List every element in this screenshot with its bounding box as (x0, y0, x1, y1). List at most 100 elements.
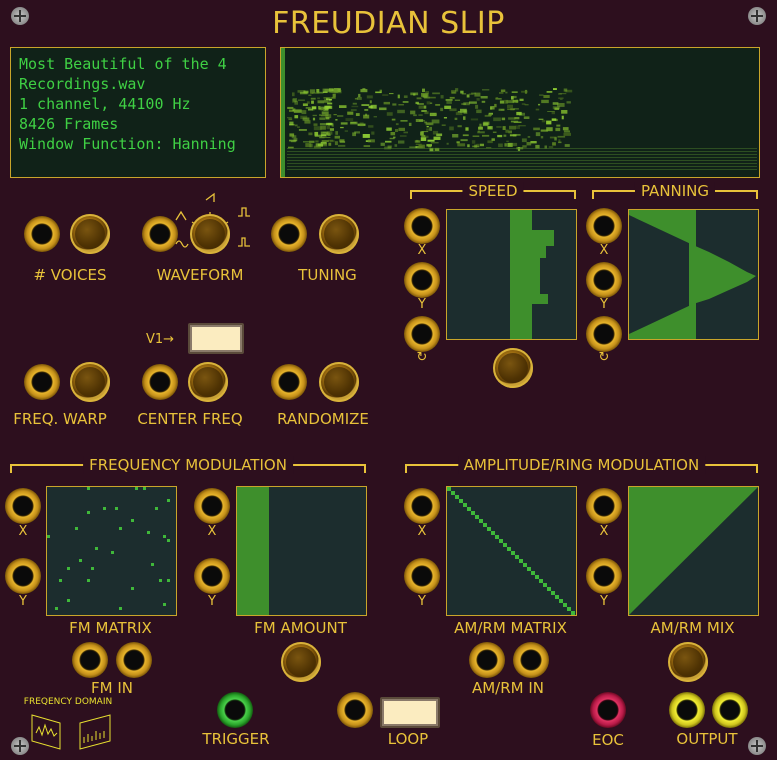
amrm-in-jack-1[interactable] (469, 642, 505, 678)
v1-label: V1→ (146, 332, 175, 347)
output-label: OUTPUT (676, 730, 738, 748)
output-jack-right[interactable] (712, 692, 748, 728)
amrm-in-label: AM/RM IN (471, 679, 545, 697)
fm-amount-x-jack[interactable] (194, 488, 230, 524)
speed-y-jack[interactable] (404, 262, 440, 298)
fm-x-label: X (18, 524, 28, 539)
panning-y-jack[interactable] (586, 262, 622, 298)
tuning-label: TUNING (298, 266, 357, 284)
file-info-display: Most Beautiful of the 4 Recordings.wav 1… (10, 47, 266, 178)
fm-amount-display[interactable] (236, 486, 367, 616)
info-line: Recordings.wav (19, 75, 146, 93)
center-freq-cv-jack[interactable] (142, 364, 178, 400)
tuning-knob[interactable] (319, 214, 359, 254)
fm-in-jack-1[interactable] (72, 642, 108, 678)
fm-in-label: FM IN (91, 679, 133, 697)
fm-matrix-label: FM MATRIX (69, 619, 152, 637)
amrm-mix-y-jack[interactable] (586, 558, 622, 594)
freq-warp-label: FREQ. WARP (13, 410, 107, 428)
fm-amount-x-label: X (207, 524, 217, 539)
speed-loop-jack[interactable] (404, 316, 440, 352)
amrm-mix-knob[interactable] (668, 642, 708, 682)
waveform-label: WAVEFORM (156, 266, 244, 284)
panning-x-jack[interactable] (586, 208, 622, 244)
freq-warp-cv-jack[interactable] (24, 364, 60, 400)
fm-matrix-dots (47, 487, 170, 610)
speed-x-jack[interactable] (404, 208, 440, 244)
module-panel: FREUDIAN SLIP Most Beautiful of the 4 Re… (0, 0, 777, 760)
speed-bars (510, 210, 554, 339)
panning-loop-jack[interactable] (586, 316, 622, 352)
screw-icon (748, 737, 766, 755)
fm-matrix-display[interactable] (46, 486, 177, 616)
amrm-y-jack[interactable] (404, 558, 440, 594)
freq-mod-label: FREQUENCY MODULATION (83, 456, 293, 474)
panning-shape (629, 210, 756, 339)
logo-text: FREQENCY DOMAIN (23, 697, 113, 707)
fm-y-jack[interactable] (5, 558, 41, 594)
speed-x-label: X (417, 243, 427, 258)
fm-y-label: Y (19, 594, 27, 609)
info-line: Window Function: Hanning (19, 135, 236, 153)
amrm-x-jack[interactable] (404, 488, 440, 524)
frequency-domain-logo: FREQENCY DOMAIN (22, 697, 114, 751)
eoc-jack[interactable] (590, 692, 626, 728)
loop-label: LOOP (387, 730, 429, 748)
fm-in-jack-2[interactable] (116, 642, 152, 678)
panning-label: PANNING (634, 182, 716, 200)
v1-button[interactable] (188, 323, 244, 354)
fm-amount-knob[interactable] (281, 642, 321, 682)
spectrogram-display[interactable] (280, 47, 760, 178)
freq-mod-bracket: FREQUENCY MODULATION (10, 456, 366, 474)
amrm-matrix-display[interactable] (446, 486, 577, 616)
tuning-cv-jack[interactable] (271, 216, 307, 252)
speed-bracket: SPEED (410, 182, 576, 200)
amrm-matrix-label: AM/RM MATRIX (454, 619, 567, 637)
amrm-mix-display[interactable] (628, 486, 759, 616)
amrm-y-label: Y (418, 594, 426, 609)
output-jack-left[interactable] (669, 692, 705, 728)
amrm-mix-x-jack[interactable] (586, 488, 622, 524)
fm-amount-fill (237, 487, 269, 615)
center-freq-label: CENTER FREQ (137, 410, 243, 428)
voices-knob[interactable] (70, 214, 110, 254)
amp-mod-bracket: AMPLITUDE/RING MODULATION (405, 456, 758, 474)
loop-cv-jack[interactable] (337, 692, 373, 728)
trigger-jack[interactable] (217, 692, 253, 728)
amrm-mix-y-label: Y (600, 594, 608, 609)
voices-cv-jack[interactable] (24, 216, 60, 252)
spectrogram-image (281, 48, 757, 177)
info-line: Most Beautiful of the 4 (19, 55, 227, 73)
fm-amount-y-jack[interactable] (194, 558, 230, 594)
center-freq-knob[interactable] (188, 362, 228, 402)
randomize-cv-jack[interactable] (271, 364, 307, 400)
fm-x-jack[interactable] (5, 488, 41, 524)
loop-icon: ↻ (416, 350, 428, 365)
randomize-label: RANDOMIZE (277, 410, 369, 428)
info-line: 8426 Frames (19, 115, 119, 133)
amrm-matrix-diagonal (447, 487, 575, 615)
freq-warp-knob[interactable] (70, 362, 110, 402)
waveform-knob[interactable] (190, 214, 230, 254)
amrm-mix-fill (629, 487, 758, 615)
speed-display[interactable] (446, 209, 577, 340)
amp-mod-label: AMPLITUDE/RING MODULATION (457, 456, 706, 474)
info-line: 1 channel, 44100 Hz (19, 95, 191, 113)
eoc-label: EOC (592, 731, 624, 749)
loop-button[interactable] (380, 697, 440, 728)
fm-amount-label: FM AMOUNT (254, 619, 347, 637)
trigger-label: TRIGGER (202, 730, 270, 748)
speed-knob[interactable] (493, 348, 533, 388)
panning-y-label: Y (600, 297, 608, 312)
amrm-in-jack-2[interactable] (513, 642, 549, 678)
randomize-knob[interactable] (319, 362, 359, 402)
voices-label: # VOICES (33, 266, 107, 284)
panning-display[interactable] (628, 209, 759, 340)
fm-amount-y-label: Y (208, 594, 216, 609)
amrm-x-label: X (417, 524, 427, 539)
amrm-mix-label: AM/RM MIX (650, 619, 735, 637)
logo-graphic (31, 714, 111, 750)
speed-y-label: Y (418, 297, 426, 312)
loop-icon: ↻ (598, 350, 610, 365)
speed-label: SPEED (462, 182, 524, 200)
